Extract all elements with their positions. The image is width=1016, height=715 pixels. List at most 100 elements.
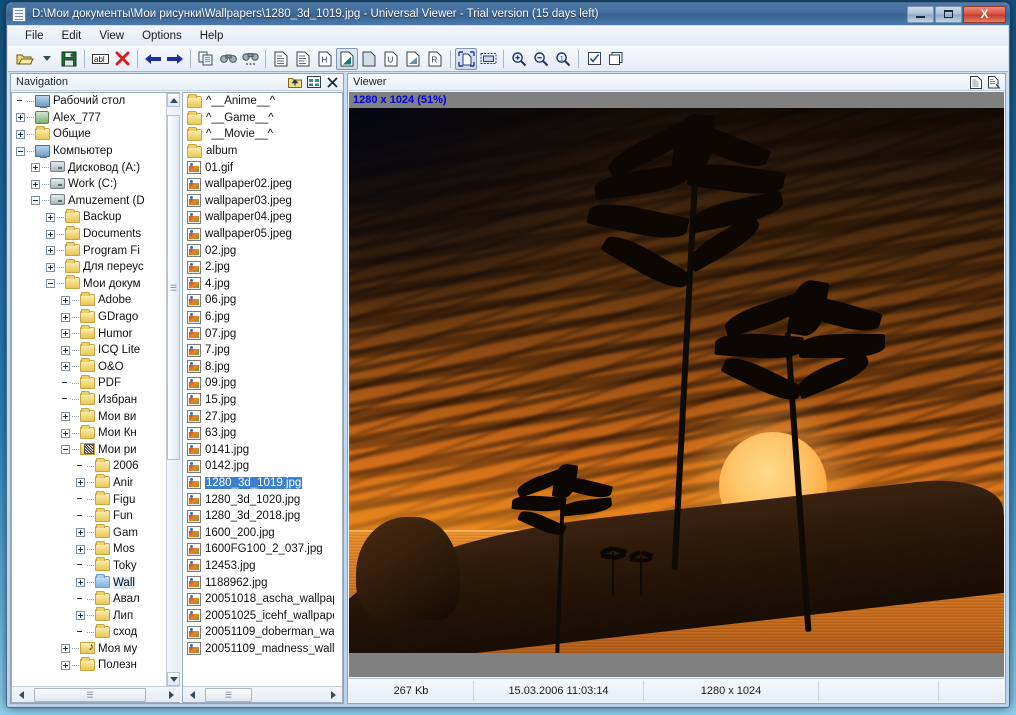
- file-list-item[interactable]: 27.jpg: [183, 408, 334, 425]
- tree-expander-plus-icon[interactable]: [61, 428, 70, 438]
- plugin-mode-icon[interactable]: [402, 48, 424, 70]
- options-icon[interactable]: [583, 48, 605, 70]
- tree-vertical-scrollbar[interactable]: ☰: [166, 93, 180, 686]
- menu-item-edit[interactable]: Edit: [53, 28, 91, 44]
- file-list-item[interactable]: 63.jpg: [183, 425, 334, 442]
- view-mode-icon[interactable]: [305, 75, 322, 90]
- hex-mode-icon[interactable]: H: [314, 48, 336, 70]
- file-list-item[interactable]: 07.jpg: [183, 325, 334, 342]
- copy-icon[interactable]: [195, 48, 217, 70]
- tree-expander-plus-icon[interactable]: [46, 246, 55, 256]
- file-list-item[interactable]: ^__Game__^: [183, 110, 334, 127]
- tree-expander-plus-icon[interactable]: [46, 229, 55, 239]
- tree-expander-plus-icon[interactable]: [46, 212, 55, 222]
- file-list-item[interactable]: 8.jpg: [183, 359, 334, 376]
- media-mode-icon[interactable]: [358, 48, 380, 70]
- open-dropdown-icon[interactable]: [36, 48, 58, 70]
- file-list-item[interactable]: 0142.jpg: [183, 458, 334, 475]
- tree-item[interactable]: ICQ Lite: [12, 341, 166, 359]
- list-hscroll-thumb[interactable]: ☰: [205, 688, 252, 702]
- menu-item-help[interactable]: Help: [191, 28, 233, 44]
- tree-item[interactable]: Дисковод (A:): [12, 159, 166, 176]
- tree-expander-minus-icon[interactable]: [46, 279, 55, 289]
- zoom-in-icon[interactable]: [508, 48, 530, 70]
- tree-expander-plus-icon[interactable]: [31, 179, 40, 189]
- rtf2-mode-icon[interactable]: R: [424, 48, 446, 70]
- file-list-item[interactable]: 01.gif: [183, 159, 334, 176]
- zoom-out-icon[interactable]: [530, 48, 552, 70]
- tree-item[interactable]: Мои ри: [12, 441, 166, 458]
- tree-item[interactable]: Мои Кн: [12, 424, 166, 442]
- tree-item[interactable]: Alex_777: [12, 110, 166, 127]
- file-list-item[interactable]: 4.jpg: [183, 276, 334, 293]
- tree-item[interactable]: Program Fi: [12, 242, 166, 259]
- text-mode-icon[interactable]: [270, 48, 292, 70]
- up-folder-icon[interactable]: [286, 75, 303, 90]
- previous-arrow-icon[interactable]: [142, 48, 164, 70]
- tree-expander-plus-icon[interactable]: [61, 295, 70, 305]
- file-list-item[interactable]: 1600FG100_2_037.jpg: [183, 541, 334, 558]
- tree-expander-minus-icon[interactable]: [61, 445, 70, 455]
- file-list-item[interactable]: album: [183, 143, 334, 160]
- menu-item-options[interactable]: Options: [133, 28, 191, 44]
- file-list-item[interactable]: 02.jpg: [183, 242, 334, 259]
- tree-item[interactable]: Documents: [12, 225, 166, 243]
- tree-item[interactable]: Общие: [12, 125, 166, 143]
- tree-expander-plus-icon[interactable]: [61, 362, 70, 372]
- tree-item[interactable]: Anir: [12, 474, 166, 492]
- tree-item[interactable]: Work (C:): [12, 176, 166, 193]
- tree-item[interactable]: Figu: [12, 491, 166, 508]
- close-button[interactable]: X: [963, 5, 1006, 23]
- tree-item[interactable]: PDF: [12, 374, 166, 392]
- list-scroll-left-button[interactable]: [185, 688, 199, 701]
- tree-expander-plus-icon[interactable]: [31, 163, 40, 173]
- find-icon[interactable]: [217, 48, 239, 70]
- tree-expander-plus-icon[interactable]: [76, 578, 85, 588]
- tree-item[interactable]: Wall: [12, 574, 166, 591]
- tree-scroll-thumb[interactable]: ☰: [167, 115, 180, 460]
- open-file-icon[interactable]: [14, 48, 36, 70]
- file-list-item[interactable]: 20051109_doberman_wallp: [183, 624, 334, 641]
- tree-item[interactable]: Мои ви: [12, 408, 166, 425]
- rename-icon[interactable]: abl: [89, 48, 111, 70]
- new-window-icon[interactable]: [605, 48, 627, 70]
- tree-scroll-down-button[interactable]: [167, 672, 180, 686]
- page-icon[interactable]: [967, 75, 984, 90]
- minimize-button[interactable]: [907, 5, 934, 23]
- tree-scroll-left-button[interactable]: [14, 688, 28, 701]
- next-arrow-icon[interactable]: [164, 48, 186, 70]
- file-list-item[interactable]: wallpaper02.jpeg: [183, 176, 334, 193]
- tree-expander-plus-icon[interactable]: [16, 129, 25, 139]
- file-list-item[interactable]: 1280_3d_1020.jpg: [183, 491, 334, 508]
- tree-expander-plus-icon[interactable]: [61, 412, 70, 422]
- tree-expander-plus-icon[interactable]: [16, 113, 25, 123]
- file-list-item[interactable]: ^__Movie__^: [183, 126, 334, 143]
- tree-item[interactable]: Toky: [12, 557, 166, 575]
- tree-item[interactable]: Мои докум: [12, 275, 166, 293]
- folder-tree[interactable]: Рабочий стол Alex_777 Общие Компьютер Дисков…: [11, 92, 180, 703]
- tree-expander-plus-icon[interactable]: [46, 262, 55, 272]
- file-list-item[interactable]: 1188962.jpg: [183, 574, 334, 591]
- fit-window-icon[interactable]: [455, 47, 477, 70]
- tree-expander-plus-icon[interactable]: [76, 611, 85, 621]
- tree-expander-minus-icon[interactable]: [16, 146, 25, 156]
- file-list-item[interactable]: 15.jpg: [183, 392, 334, 409]
- maximize-button[interactable]: [935, 5, 962, 23]
- tree-item[interactable]: Gam: [12, 524, 166, 541]
- image-mode-icon[interactable]: [336, 47, 358, 70]
- file-list-item[interactable]: 1280_3d_2018.jpg: [183, 508, 334, 525]
- file-list-item[interactable]: 0141.jpg: [183, 441, 334, 458]
- tree-expander-minus-icon[interactable]: [31, 196, 40, 206]
- tree-expander-plus-icon[interactable]: [61, 660, 70, 670]
- tree-item[interactable]: Backup: [12, 208, 166, 226]
- tree-item[interactable]: Полезн: [12, 656, 166, 674]
- menu-item-file[interactable]: File: [16, 28, 53, 44]
- tree-expander-plus-icon[interactable]: [61, 312, 70, 322]
- tree-expander-plus-icon[interactable]: [61, 644, 70, 654]
- image-viewport[interactable]: [349, 108, 1004, 677]
- tree-scroll-right-button[interactable]: [164, 688, 178, 701]
- file-list-item[interactable]: ^__Anime__^: [183, 93, 334, 110]
- tree-item[interactable]: GDrago: [12, 308, 166, 326]
- file-list-item[interactable]: wallpaper04.jpeg: [183, 209, 334, 226]
- file-list-item[interactable]: 09.jpg: [183, 375, 334, 392]
